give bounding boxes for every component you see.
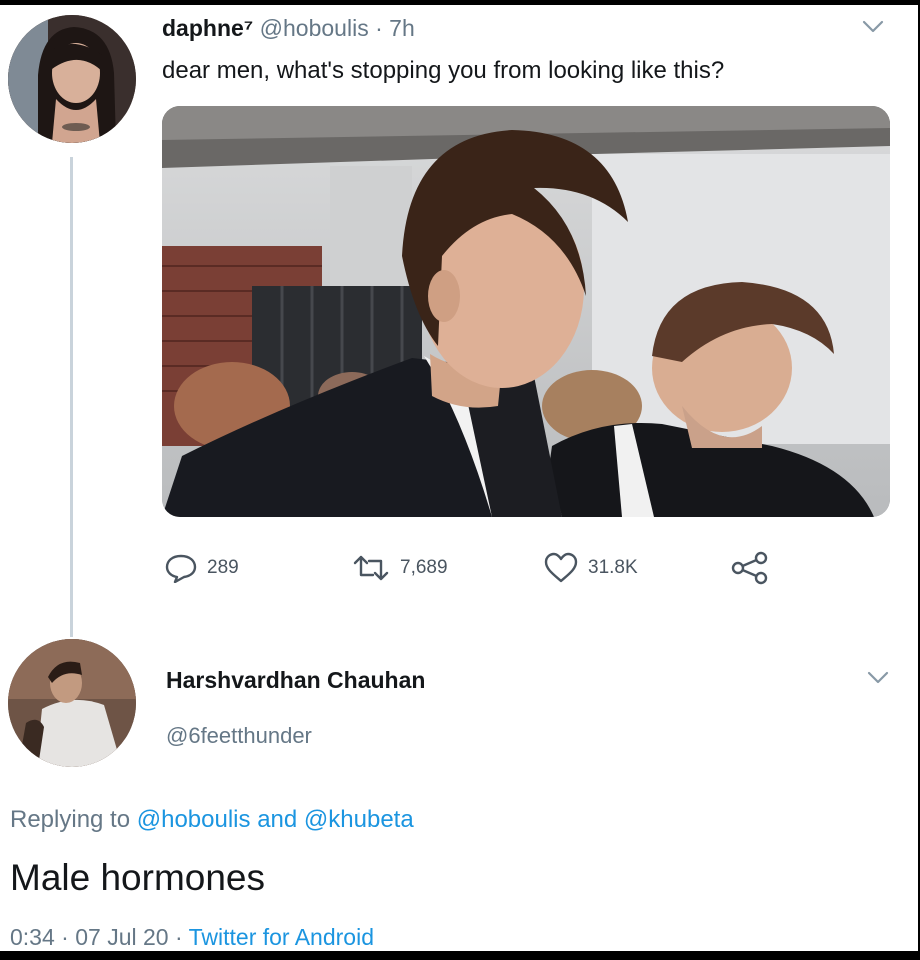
- separator-dot: ·: [375, 15, 383, 41]
- reply-username[interactable]: @6feetthunder: [166, 723, 312, 749]
- action-like[interactable]: 31.8K: [543, 551, 638, 585]
- mention-and[interactable]: and: [257, 806, 297, 833]
- retweet-count: 7,689: [400, 557, 448, 578]
- comment-bubble-icon: [165, 554, 197, 583]
- share-icon: [731, 551, 768, 585]
- reply-text: Male hormones: [10, 857, 266, 898]
- source-link[interactable]: Twitter for Android: [189, 924, 374, 950]
- display-name[interactable]: daphne⁷: [162, 15, 253, 41]
- retweet-icon: [353, 555, 389, 581]
- like-count: 31.8K: [588, 557, 638, 578]
- tweet-author-avatar[interactable]: [8, 15, 136, 143]
- mention-link[interactable]: @khubeta: [304, 806, 414, 833]
- tweet-photo[interactable]: [162, 106, 890, 517]
- reply-date: 07 Jul 20: [75, 924, 169, 950]
- avatar-photo: [8, 639, 136, 767]
- reply-time: 0:34: [10, 924, 55, 950]
- photo-illustration: [162, 106, 890, 517]
- tweet-header: daphne⁷ @hoboulis · 7h: [162, 15, 415, 42]
- reply-metadata: 0:34 · 07 Jul 20 · Twitter for Android: [10, 924, 374, 951]
- mention-link[interactable]: @hoboulis: [137, 806, 251, 833]
- avatar-photo: [8, 15, 136, 143]
- chevron-down-icon[interactable]: [862, 20, 884, 34]
- replying-to: Replying to @hoboulis and @khubeta: [10, 806, 414, 834]
- reply-display-name[interactable]: Harshvardhan Chauhan: [166, 667, 425, 694]
- tweet-card: daphne⁷ @hoboulis · 7h dear men, what's …: [0, 5, 918, 951]
- thread-line: [70, 157, 73, 637]
- replying-prefix: Replying to: [10, 806, 131, 833]
- chevron-down-icon[interactable]: [867, 671, 889, 685]
- tweet-text: dear men, what's stopping you from looki…: [162, 57, 725, 84]
- timestamp[interactable]: 7h: [389, 15, 415, 41]
- action-retweet[interactable]: 7,689: [351, 551, 448, 585]
- reply-author-avatar[interactable]: [8, 639, 136, 767]
- separator-dot: ·: [174, 924, 183, 950]
- separator-dot: ·: [61, 924, 69, 950]
- username[interactable]: @hoboulis: [260, 15, 369, 41]
- heart-icon: [544, 552, 578, 583]
- action-share[interactable]: [730, 551, 770, 585]
- action-reply[interactable]: 289: [164, 551, 239, 585]
- reply-count: 289: [207, 557, 239, 578]
